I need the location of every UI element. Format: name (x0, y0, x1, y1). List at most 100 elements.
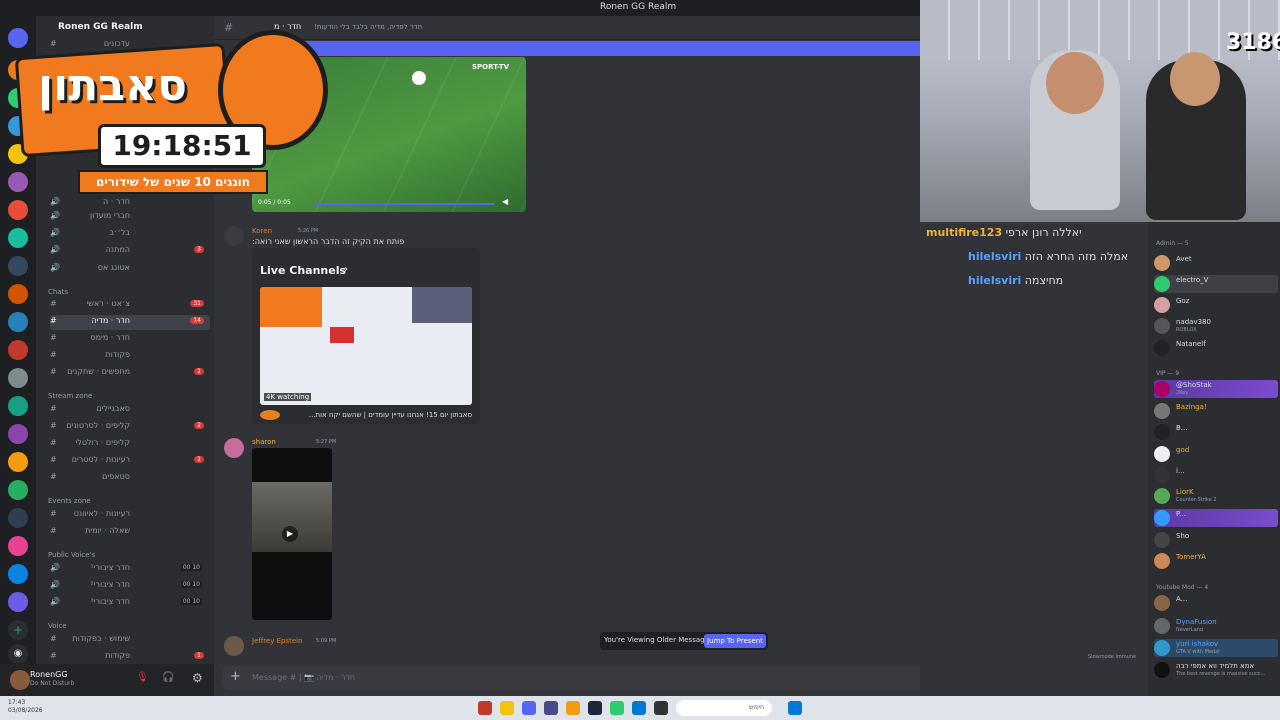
member-item[interactable]: yuri ishakov GTA V with Medal (1154, 639, 1278, 657)
server-icon[interactable] (8, 284, 28, 304)
member-item[interactable]: Goz (1154, 296, 1278, 314)
server-icon[interactable] (8, 536, 28, 556)
member-item[interactable]: i... (1154, 466, 1278, 484)
member-category: Admin — 5 (1156, 240, 1189, 247)
channel-item[interactable]: # חדר · מימס (50, 332, 210, 347)
message-author[interactable]: Koren (252, 227, 272, 235)
server-icon[interactable] (8, 200, 28, 220)
channel-item[interactable]: # קליפים · רולטלי (50, 437, 210, 452)
member-item[interactable]: LiorK Counter-Strike 2 (1154, 487, 1278, 505)
app-icon[interactable] (478, 701, 492, 715)
server-icon[interactable] (8, 592, 28, 612)
server-icon[interactable] (8, 452, 28, 472)
taskbar-search[interactable]: חיפוש (676, 700, 772, 716)
message-input[interactable]: Message # | 📷 חדר · מדיה (252, 673, 355, 682)
play-icon[interactable]: ▶ (282, 526, 298, 542)
embed-title[interactable]: Live Channels (260, 264, 346, 277)
stream-thumbnail[interactable]: 4K watching (260, 287, 472, 405)
message-author[interactable]: Jeffrey Epstein (252, 637, 303, 645)
embed-caption: סאבתון יום 15! אנחנו עדיין עומדים | שהשם… (308, 411, 472, 419)
avatar[interactable] (224, 438, 244, 458)
member-category: Youtube Mod — 4 (1156, 584, 1209, 591)
member-item[interactable]: A... (1154, 594, 1278, 612)
category-voice[interactable]: Voice (48, 622, 67, 630)
member-item[interactable]: TomerYA (1154, 552, 1278, 570)
channel-item[interactable]: # רעיונות · לסטרים 1 (50, 454, 210, 469)
member-item[interactable]: Sho (1154, 531, 1278, 549)
message-author[interactable]: sharon (252, 438, 276, 446)
channel-item[interactable]: # קליפים · לסרטונים 2 (50, 420, 210, 435)
add-server-icon[interactable]: + (8, 620, 28, 640)
member-item[interactable]: DynaFusion NeverLand (1154, 617, 1278, 635)
member-item[interactable]: P... (1154, 509, 1278, 527)
folder-icon[interactable] (566, 701, 580, 715)
add-attachment-icon[interactable]: + (230, 669, 241, 684)
channel-item[interactable]: 🔊 אטונג אס (50, 262, 210, 277)
member-item[interactable]: electro_V (1154, 275, 1278, 293)
category-stream-zone[interactable]: Stream zone (48, 392, 92, 400)
steam-icon[interactable] (588, 701, 602, 715)
app-icon[interactable] (654, 701, 668, 715)
mute-icon[interactable]: 🎙 (136, 672, 149, 683)
stream-chat-overlay: multifire123 יאללה רונן ארפי hilelsviri … (920, 222, 1148, 696)
server-icon[interactable] (8, 312, 28, 332)
jump-to-present-button[interactable]: Jump To Present (704, 634, 766, 648)
video-progress[interactable] (314, 203, 494, 205)
avatar[interactable] (10, 670, 30, 690)
channel-item[interactable]: # צ׳אט · ראשי 31 (50, 298, 210, 313)
discord-icon[interactable] (522, 701, 536, 715)
channel-item[interactable]: 🔊 חברי מועדון (50, 210, 210, 225)
channel-item[interactable]: # מחפשים · שחקנים 1 (50, 366, 210, 381)
channel-item[interactable]: 🔊 בל׳׳ב (50, 227, 210, 242)
category-public-voice[interactable]: Public Voice's (48, 551, 95, 559)
server-icon[interactable] (8, 368, 28, 388)
stream-overlay: סאבתון 19:18:51 חוגגים 10 שנים של שידורי… (14, 30, 328, 200)
member-item[interactable]: Natanelf (1154, 339, 1278, 357)
server-icon[interactable] (8, 480, 28, 500)
channel-item[interactable]: # סטאפים (50, 471, 210, 486)
category-chats[interactable]: Chats (48, 288, 68, 296)
edge-icon[interactable] (632, 701, 646, 715)
app-icon[interactable] (544, 701, 558, 715)
member-item[interactable]: nadav380 ROBLOX (1154, 317, 1278, 335)
channel-item[interactable]: # שימוש · בפקודות (50, 633, 210, 648)
voice-channel[interactable]: 🔊 חדר ציבורי¹ 00 10 (50, 562, 210, 577)
member-item[interactable]: Avet (1154, 254, 1278, 272)
message-time: 5:26 PM (298, 228, 319, 234)
voice-channel[interactable]: 🔊 חדר ציבורי³ 00 10 (50, 596, 210, 611)
username: RonenGG (30, 670, 68, 679)
member-item[interactable]: אמא תלמיד ווא אמפי רבה The best revenge i… (1154, 661, 1278, 679)
channel-item[interactable]: # פקודות 1 (50, 650, 210, 664)
server-icon[interactable] (8, 564, 28, 584)
deafen-icon[interactable]: 🎧 (162, 672, 174, 683)
channel-item[interactable]: 🔊 המתנה 3 (50, 244, 210, 259)
avatar[interactable] (224, 226, 244, 246)
server-icon[interactable] (8, 228, 28, 248)
server-icon[interactable] (8, 424, 28, 444)
member-item[interactable]: god (1154, 445, 1278, 463)
chrome-icon[interactable] (500, 701, 514, 715)
server-icon[interactable] (8, 256, 28, 276)
channel-item[interactable]: # סאבגיילים (50, 403, 210, 418)
taskbar-clock[interactable]: 17:43 03/08/2026 (8, 699, 43, 715)
settings-gear-icon[interactable]: ⚙ (192, 671, 203, 685)
server-icon[interactable] (8, 396, 28, 416)
channel-item[interactable]: # שאלה · יומית (50, 525, 210, 540)
avatar[interactable] (224, 636, 244, 656)
channel-item-active[interactable]: # חדר · מדיה 14 (50, 315, 210, 330)
windows-start-icon[interactable] (788, 701, 802, 715)
server-icon[interactable] (8, 508, 28, 528)
category-events-zone[interactable]: Events zone (48, 497, 91, 505)
video-attachment[interactable]: ▶ (252, 448, 332, 620)
volume-icon[interactable]: ◀ (502, 197, 508, 206)
voice-channel[interactable]: 🔊 חדר ציבורי² 00 10 (50, 579, 210, 594)
channel-item[interactable]: # רעיונות · לאיוונט (50, 508, 210, 523)
member-item[interactable]: @ShoStak 2Key (1154, 380, 1278, 398)
channel-item[interactable]: # פקודות (50, 349, 210, 364)
member-item[interactable]: Bazinga! (1154, 402, 1278, 420)
app-icon[interactable] (610, 701, 624, 715)
discover-icon[interactable]: ◉ (8, 644, 28, 664)
server-icon[interactable] (8, 340, 28, 360)
member-item[interactable]: B... (1154, 423, 1278, 441)
message-time: 5:09 PM (316, 638, 337, 644)
